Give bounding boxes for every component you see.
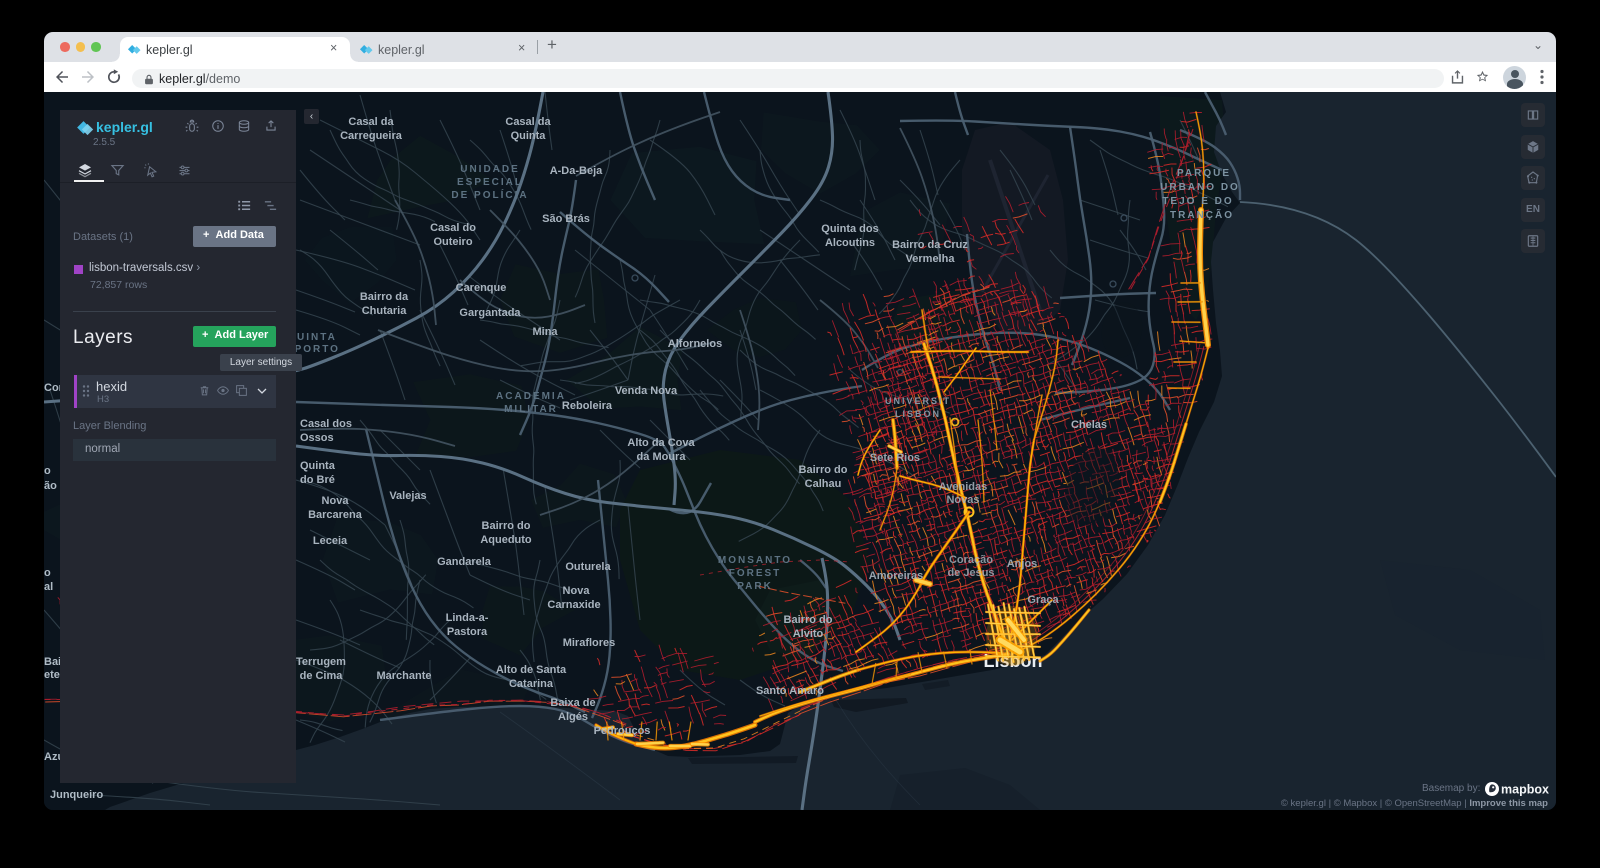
svg-text:o: o: [44, 567, 51, 579]
svg-text:Alfornelos: Alfornelos: [668, 338, 722, 350]
svg-text:Pedrouços: Pedrouços: [594, 725, 651, 737]
svg-text:Quinta: Quinta: [511, 130, 547, 142]
svg-text:FOREST: FOREST: [729, 568, 782, 579]
svg-text:ACADEMIA: ACADEMIA: [496, 391, 566, 402]
svg-text:ão: ão: [44, 480, 57, 492]
svg-text:Aqueduto: Aqueduto: [480, 534, 532, 546]
svg-text:MONSANTO: MONSANTO: [718, 555, 792, 566]
svg-text:Terrugem: Terrugem: [296, 656, 346, 668]
svg-text:Algés: Algés: [558, 711, 588, 723]
svg-text:TRANÇÃO: TRANÇÃO: [1170, 208, 1234, 221]
svg-text:Bairro da Cruz: Bairro da Cruz: [892, 239, 968, 251]
svg-text:DE POLÍCIA: DE POLÍCIA: [451, 188, 528, 201]
svg-text:Chutaria: Chutaria: [362, 305, 408, 317]
svg-text:Leceia: Leceia: [313, 535, 348, 547]
svg-text:Linda-a-: Linda-a-: [446, 612, 489, 624]
svg-text:Pastora: Pastora: [447, 626, 488, 638]
svg-text:Marchante: Marchante: [376, 670, 431, 682]
svg-text:Carregueira: Carregueira: [340, 130, 403, 142]
svg-text:Alvito: Alvito: [793, 628, 824, 640]
svg-text:Graça: Graça: [1027, 594, 1059, 606]
svg-text:Quinta: Quinta: [300, 460, 336, 472]
svg-text:Coração: Coração: [949, 554, 993, 566]
svg-text:Bairro do: Bairro do: [784, 614, 833, 626]
svg-text:Alcoutins: Alcoutins: [825, 237, 875, 249]
svg-text:al: al: [44, 581, 53, 593]
svg-text:URBANO DO: URBANO DO: [1160, 182, 1240, 193]
svg-text:Novas: Novas: [946, 494, 979, 506]
svg-text:Quinta dos: Quinta dos: [821, 223, 878, 235]
svg-text:TEJO E DO: TEJO E DO: [1162, 196, 1233, 207]
svg-text:Casal do: Casal do: [430, 222, 476, 234]
svg-text:Outeiro: Outeiro: [433, 236, 472, 248]
svg-text:UNIDADE: UNIDADE: [460, 164, 520, 175]
svg-text:Bairro da: Bairro da: [360, 291, 409, 303]
svg-text:ESPECIAL: ESPECIAL: [457, 177, 523, 188]
svg-text:Junqueiro: Junqueiro: [50, 789, 103, 801]
svg-text:Mina: Mina: [532, 326, 558, 338]
svg-text:Vermelha: Vermelha: [906, 253, 956, 265]
svg-text:Carnaxide: Carnaxide: [547, 599, 600, 611]
svg-text:Santo Amaro: Santo Amaro: [756, 685, 824, 697]
svg-text:Casal da: Casal da: [505, 116, 551, 128]
svg-text:PARK: PARK: [737, 581, 773, 592]
svg-text:Alto da Cova: Alto da Cova: [627, 437, 695, 449]
svg-text:Alto de Santa: Alto de Santa: [496, 664, 567, 676]
svg-text:mapbox: mapbox: [1501, 783, 1549, 797]
svg-text:Chelas: Chelas: [1071, 419, 1107, 431]
svg-text:Sete Rios: Sete Rios: [870, 452, 920, 464]
svg-text:Catarina: Catarina: [509, 678, 554, 690]
svg-text:Ossos: Ossos: [300, 432, 334, 444]
svg-text:PARQUE: PARQUE: [1177, 168, 1231, 179]
svg-text:Bairro do: Bairro do: [799, 464, 848, 476]
svg-text:Casal da: Casal da: [348, 116, 394, 128]
svg-text:o: o: [44, 465, 51, 477]
svg-text:UNIVERSIT: UNIVERSIT: [885, 396, 951, 406]
svg-text:Nova: Nova: [563, 585, 591, 597]
svg-text:Avenidas: Avenidas: [939, 481, 988, 493]
svg-text:Gandarela: Gandarela: [437, 556, 492, 568]
svg-text:LISBON: LISBON: [895, 409, 941, 419]
svg-text:de Cima: de Cima: [300, 670, 344, 682]
svg-text:Miraflores: Miraflores: [563, 637, 616, 649]
svg-text:Anjos: Anjos: [1007, 558, 1038, 570]
svg-text:Gargantada: Gargantada: [459, 307, 521, 319]
svg-text:Valejas: Valejas: [389, 490, 426, 502]
svg-text:Venda Nova: Venda Nova: [615, 385, 678, 397]
svg-text:Amoreiras: Amoreiras: [869, 570, 923, 582]
svg-text:Reboleira: Reboleira: [562, 400, 613, 412]
svg-text:São Brás: São Brás: [542, 213, 590, 225]
svg-text:Carenque: Carenque: [456, 282, 507, 294]
svg-text:Barcarena: Barcarena: [308, 509, 363, 521]
svg-text:Calhau: Calhau: [805, 478, 842, 490]
svg-text:Bairro do: Bairro do: [482, 520, 531, 532]
svg-text:Nova: Nova: [322, 495, 350, 507]
svg-text:do Bré: do Bré: [300, 474, 335, 486]
svg-text:da Moura: da Moura: [637, 451, 687, 463]
svg-text:de Jesus: de Jesus: [947, 567, 994, 579]
svg-text:MILITAR: MILITAR: [504, 404, 558, 415]
svg-text:Baixa de: Baixa de: [550, 697, 595, 709]
svg-text:Outurela: Outurela: [565, 561, 611, 573]
svg-text:A-Da-Beja: A-Da-Beja: [550, 165, 603, 177]
svg-text:Casal dos: Casal dos: [300, 418, 352, 430]
